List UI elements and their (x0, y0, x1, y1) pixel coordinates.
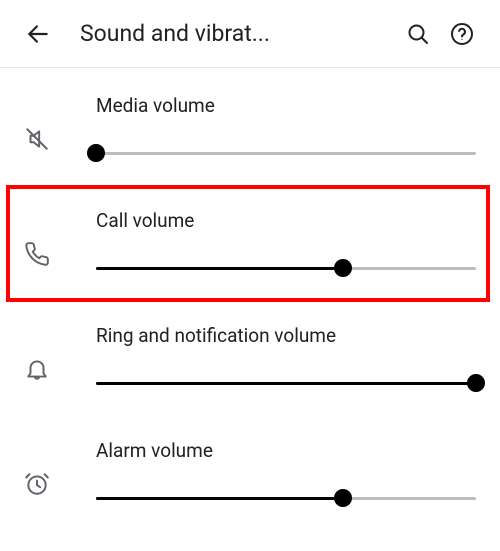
media-volume-icon-wrap (24, 94, 80, 152)
alarm-volume-row: Alarm volume (0, 419, 500, 534)
app-bar: Sound and vibrat... (0, 0, 500, 68)
volume-list: Media volume Call volume (0, 68, 500, 534)
call-volume-slider[interactable] (96, 258, 476, 278)
media-volume-content: Media volume (80, 94, 476, 163)
call-volume-label: Call volume (96, 209, 476, 232)
search-icon (406, 22, 430, 46)
call-volume-row: Call volume (0, 189, 500, 304)
search-button[interactable] (396, 12, 440, 56)
call-volume-icon-wrap (24, 209, 80, 267)
alarm-volume-label: Alarm volume (96, 439, 476, 462)
media-volume-row: Media volume (0, 74, 500, 189)
alarm-volume-slider[interactable] (96, 488, 476, 508)
ring-volume-row: Ring and notification volume (0, 304, 500, 419)
ring-volume-label: Ring and notification volume (96, 324, 476, 347)
media-volume-slider[interactable] (96, 143, 476, 163)
help-icon (450, 22, 474, 46)
ring-volume-icon-wrap (24, 324, 80, 382)
call-volume-content: Call volume (80, 209, 476, 278)
media-volume-label: Media volume (96, 94, 476, 117)
page-title: Sound and vibrat... (80, 20, 396, 47)
back-button[interactable] (16, 12, 60, 56)
help-button[interactable] (440, 12, 484, 56)
media-mute-icon (24, 126, 50, 152)
alarm-volume-content: Alarm volume (80, 439, 476, 508)
bell-icon (24, 356, 50, 382)
alarm-volume-icon-wrap (24, 439, 80, 497)
ring-volume-slider[interactable] (96, 373, 476, 393)
clock-icon (24, 471, 50, 497)
arrow-back-icon (25, 21, 51, 47)
phone-icon (24, 241, 50, 267)
ring-volume-content: Ring and notification volume (80, 324, 476, 393)
